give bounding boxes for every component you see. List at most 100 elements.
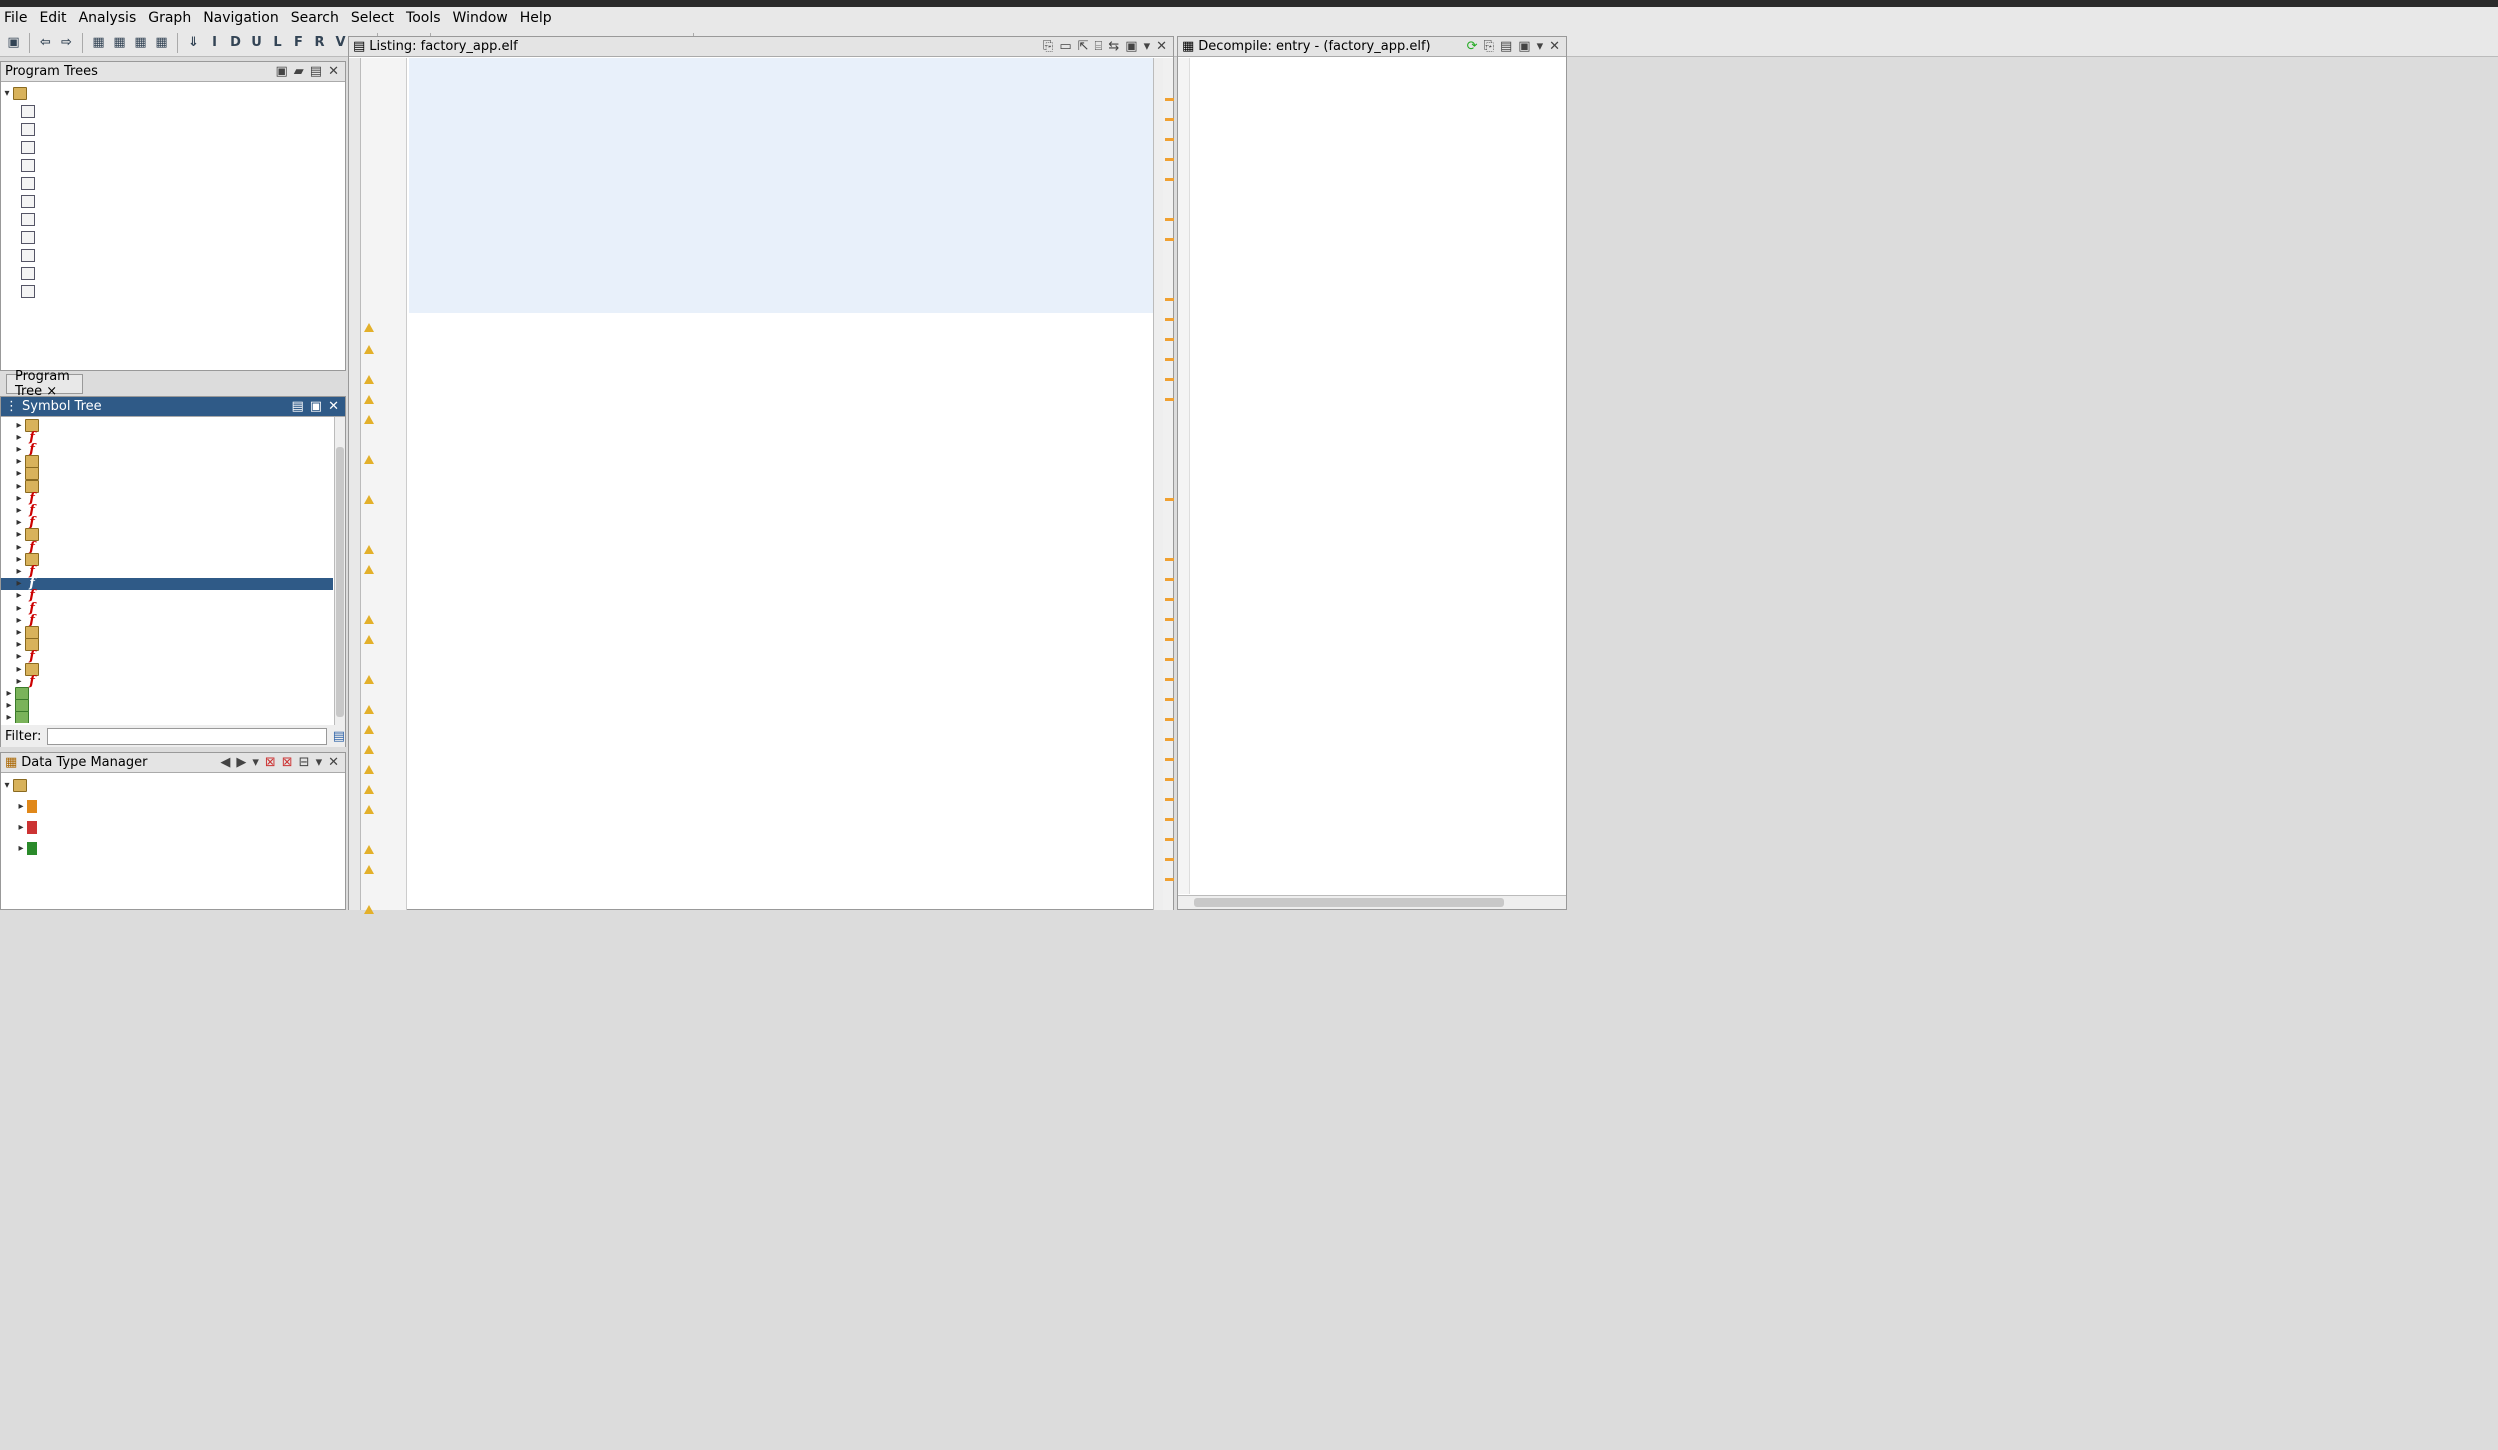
symbol-tree-item[interactable]: ▸ f	[1, 675, 333, 688]
snapshot-icon[interactable]: ▣	[1518, 39, 1530, 54]
menu-item-analysis[interactable]: Analysis	[79, 10, 137, 26]
save-icon[interactable]: ▣	[4, 33, 23, 52]
listing-overview-bar[interactable]	[1163, 58, 1174, 910]
filter-options-icon[interactable]: ▤	[333, 729, 345, 744]
cursor-mode-icon[interactable]: ⇱	[1078, 39, 1089, 54]
menu-item-window[interactable]: Window	[453, 10, 508, 26]
symbol-tree-item[interactable]: ▸	[1, 711, 333, 723]
symbol-tree-item[interactable]: ▸ f	[1, 650, 333, 663]
symbol-tree-item[interactable]: ▸	[1, 467, 333, 481]
expand-icon[interactable]: ▸	[13, 664, 25, 675]
menu-item-navigation[interactable]: Navigation	[203, 10, 279, 26]
back-arrow-icon[interactable]: ◀	[220, 755, 230, 770]
tree-action-icon[interactable]: ▣	[276, 64, 288, 79]
expand-icon[interactable]: ▸	[13, 590, 25, 601]
close-icon[interactable]: ✕	[1156, 39, 1167, 54]
menu-item-search[interactable]: Search	[291, 10, 339, 26]
decompile-menu-icon[interactable]: ▾	[1537, 39, 1544, 54]
nav-r-icon[interactable]: R	[310, 33, 329, 52]
symbol-tree-item[interactable]: ▸	[1, 528, 333, 542]
program-tree-section[interactable]	[1, 102, 345, 120]
symbol-tree-item[interactable]: ▸	[1, 638, 333, 652]
menu-item-select[interactable]: Select	[351, 10, 394, 26]
symbol-tree-item[interactable]: ▸	[1, 699, 333, 713]
refresh-icon[interactable]: ⟳	[1467, 39, 1478, 54]
dtm-collapse-icon[interactable]: ⊟	[299, 755, 310, 770]
symbol-tree-item[interactable]: ▸ f	[1, 589, 333, 602]
dtm-options-icon[interactable]: ▾	[252, 755, 259, 770]
copy-icon[interactable]: ⎘	[1484, 39, 1494, 54]
copy-icon[interactable]: ⎘	[1043, 39, 1053, 54]
back-icon[interactable]: ⇦	[36, 33, 55, 52]
program-tree-section[interactable]	[1, 138, 345, 156]
nav-icon[interactable]: ▦	[131, 33, 150, 52]
program-tree-section[interactable]	[1, 228, 345, 246]
program-tree-section[interactable]	[1, 156, 345, 174]
expand-icon[interactable]: ▸	[13, 481, 25, 492]
nav-u-icon[interactable]: U	[247, 33, 266, 52]
nav-icon[interactable]: ▦	[89, 33, 108, 52]
menu-item-edit[interactable]: Edit	[39, 10, 66, 26]
symbol-export-icon[interactable]: ▣	[310, 399, 322, 414]
program-tree-section[interactable]	[1, 264, 345, 282]
decompile-hscrollbar[interactable]	[1178, 895, 1566, 909]
close-icon[interactable]: ✕	[328, 399, 339, 414]
nav-f-icon[interactable]: F	[289, 33, 308, 52]
symbol-tree-item[interactable]: ▸ f	[1, 541, 333, 554]
expand-icon[interactable]: ▸	[15, 801, 27, 812]
symbol-tree-scrollbar[interactable]	[334, 417, 345, 727]
expand-icon[interactable]: ▸	[15, 843, 27, 854]
expand-icon[interactable]: ▸	[3, 712, 15, 723]
field-edit-icon[interactable]: ⌸	[1095, 39, 1103, 54]
expand-icon[interactable]: ▸	[13, 603, 25, 614]
dtm-filter2-icon[interactable]: ⊠	[282, 755, 293, 770]
expand-icon[interactable]: ▸	[13, 651, 25, 662]
expand-icon[interactable]: ▸	[3, 700, 15, 711]
nav-down-icon[interactable]: ⇓	[184, 33, 203, 52]
symbol-tree-item[interactable]: ▸	[1, 662, 333, 676]
menu-item-tools[interactable]: Tools	[406, 10, 441, 26]
nav-i-icon[interactable]: I	[205, 33, 224, 52]
symbol-tree-item[interactable]: ▸ f	[1, 431, 333, 444]
expand-icon[interactable]: ▾	[1, 780, 13, 791]
symbol-tree-item[interactable]: ▸	[1, 455, 333, 469]
nav-icon[interactable]: ▦	[152, 33, 171, 52]
scrollbar-thumb[interactable]	[1194, 898, 1504, 907]
symbol-tree-item[interactable]: ▸	[1, 479, 333, 493]
expand-icon[interactable]: ▸	[13, 554, 25, 565]
forward-icon[interactable]: ⇨	[57, 33, 76, 52]
paste-icon[interactable]: ▭	[1059, 39, 1071, 54]
program-tree-section[interactable]	[1, 174, 345, 192]
expand-icon[interactable]: ▸	[13, 420, 25, 431]
tab-program-tree[interactable]: Program Tree ×	[6, 369, 83, 399]
symbol-tree-item[interactable]: ▸	[1, 686, 333, 700]
forward-arrow-icon[interactable]: ▶	[236, 755, 246, 770]
program-tree-root[interactable]: ▾	[1, 84, 345, 102]
filter-input[interactable]	[47, 727, 327, 745]
program-tree-section[interactable]	[1, 210, 345, 228]
expand-icon[interactable]: ▸	[13, 517, 25, 528]
expand-icon[interactable]: ▸	[13, 615, 25, 626]
expand-icon[interactable]: ▸	[13, 578, 25, 589]
symbol-tree-item[interactable]: ▸ f	[1, 565, 333, 578]
program-tree-section[interactable]	[1, 120, 345, 138]
expand-icon[interactable]: ▸	[13, 432, 25, 443]
close-icon[interactable]: ✕	[328, 64, 339, 79]
nav-d-icon[interactable]: D	[226, 33, 245, 52]
tree-export-icon[interactable]: ▤	[310, 64, 322, 79]
symbol-tree-item[interactable]: ▸	[1, 552, 333, 566]
listing-menu-icon[interactable]: ▾	[1144, 39, 1151, 54]
program-tree-section[interactable]	[1, 246, 345, 264]
symbol-tree-item[interactable]: ▸ f	[1, 614, 333, 627]
program-tree-section[interactable]	[1, 192, 345, 210]
expand-icon[interactable]: ▸	[13, 505, 25, 516]
open-folder-icon[interactable]: ▰	[294, 64, 304, 79]
export-icon[interactable]: ▤	[1500, 39, 1512, 54]
expand-icon[interactable]: ▸	[13, 468, 25, 479]
expand-icon[interactable]: ▸	[3, 688, 15, 699]
close-icon[interactable]: ✕	[328, 755, 339, 770]
expand-icon[interactable]: ▸	[13, 676, 25, 687]
nav-l-icon[interactable]: L	[268, 33, 287, 52]
data-type-archive[interactable]: ▸	[1, 838, 345, 859]
dtm-filter-icon[interactable]: ⊠	[265, 755, 276, 770]
